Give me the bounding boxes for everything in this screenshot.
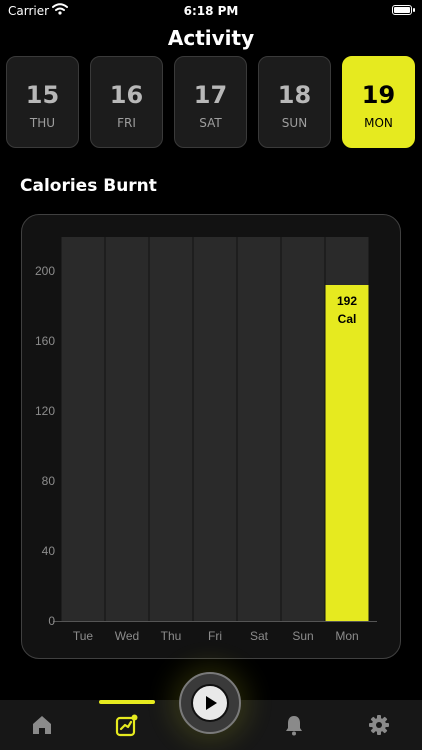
x-tick-label: Wed <box>115 629 139 643</box>
day-weekday: THU <box>29 116 56 130</box>
chart-column-track <box>105 237 149 621</box>
chart-column-track <box>237 237 281 621</box>
day-number: 15 <box>25 81 60 109</box>
tab-indicator <box>99 700 155 704</box>
play-icon <box>206 696 217 710</box>
day-card[interactable]: 16 FRI <box>90 56 163 148</box>
bar-data-label: 192 <box>337 294 357 308</box>
y-tick-label: 200 <box>35 264 55 278</box>
day-picker: 15 THU 16 FRI 17 SAT 18 SUN 19 MON <box>6 56 416 148</box>
x-tick-label: Mon <box>335 629 358 643</box>
day-weekday: MON <box>364 116 393 130</box>
chart-column-track <box>281 237 325 621</box>
status-bar: Carrier 6:18 PM <box>0 0 422 24</box>
x-tick-label: Tue <box>73 629 94 643</box>
day-number: 16 <box>109 81 144 109</box>
calories-chart-card: 0 40 80 120 160 200 Tue Wed Thu Fri Sat Sun Mon 192 Ca… <box>21 214 401 659</box>
chart-column-track <box>61 237 105 621</box>
day-card[interactable]: 19 MON <box>342 56 415 148</box>
bar-data-label: Cal <box>338 312 357 326</box>
day-weekday: FRI <box>117 116 136 130</box>
x-tick-label: Sat <box>250 629 269 643</box>
day-card[interactable]: 17 SAT <box>174 56 247 148</box>
y-tick-label: 80 <box>42 474 56 488</box>
activity-icon[interactable] <box>115 713 139 737</box>
play-button[interactable] <box>179 672 241 734</box>
x-tick-label: Fri <box>208 629 222 643</box>
day-number: 17 <box>193 81 228 109</box>
chart-bar <box>325 285 369 621</box>
y-tick-label: 160 <box>35 334 55 348</box>
bell-icon[interactable] <box>284 714 304 736</box>
page-title: Activity <box>167 26 255 50</box>
day-number: 18 <box>277 81 312 109</box>
gear-icon[interactable] <box>368 714 390 736</box>
day-number: 19 <box>361 81 396 109</box>
chart-column-track <box>193 237 237 621</box>
home-icon[interactable] <box>31 714 53 736</box>
status-time: 6:18 PM <box>183 4 239 18</box>
play-button-inner <box>191 684 229 722</box>
y-tick-label: 0 <box>48 614 55 628</box>
y-tick-label: 40 <box>42 544 56 558</box>
day-weekday: SAT <box>199 116 222 130</box>
y-tick-label: 120 <box>35 404 55 418</box>
calories-bar-chart: 0 40 80 120 160 200 Tue Wed Thu Fri Sat Sun Mon 192 Ca… <box>35 237 377 643</box>
section-title: Calories Burnt <box>20 176 157 196</box>
day-card[interactable]: 18 SUN <box>258 56 331 148</box>
chart-column-track <box>149 237 193 621</box>
battery-icon <box>392 5 415 15</box>
day-weekday: SUN <box>281 116 308 130</box>
x-tick-label: Thu <box>161 629 182 643</box>
x-tick-label: Sun <box>292 629 313 643</box>
day-card[interactable]: 15 THU <box>6 56 79 148</box>
